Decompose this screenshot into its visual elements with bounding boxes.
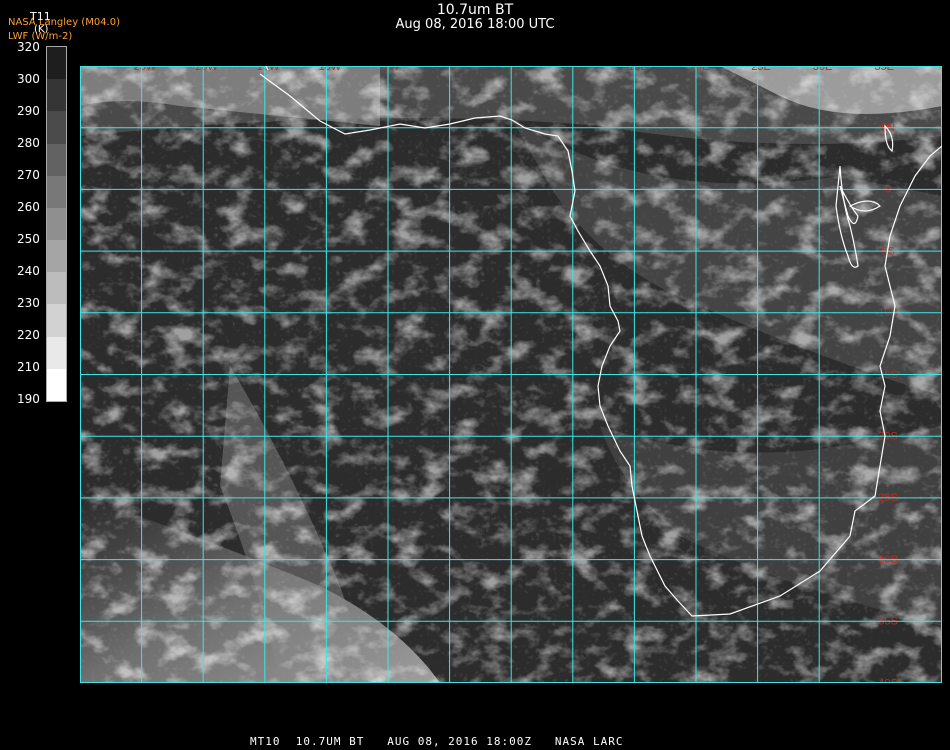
colorbar-tick-label: 270	[17, 168, 40, 182]
longitude-label: 25E	[751, 66, 771, 73]
colorbar-segment	[47, 79, 66, 112]
colorbar-tick-label: 260	[17, 200, 40, 214]
longitude-label: 35E	[874, 66, 894, 73]
colorbar-segment	[47, 272, 66, 305]
longitude-label: 5E	[508, 66, 521, 73]
longitude-label: 15W	[257, 66, 280, 73]
image-timestamp: Aug 08, 2016 18:00 UTC	[395, 17, 555, 32]
colorbar-segment	[47, 336, 66, 370]
colorbar-segment	[47, 143, 66, 177]
source-label: NASA Langley (M04.0)	[8, 17, 120, 28]
colorbar-segment	[47, 304, 66, 338]
colorbar-variable: T11	[30, 10, 51, 23]
satellite-map: 25W20W15W10W5W05E10E15E20E25E30E35E5N05S…	[80, 66, 942, 683]
longitude-label: 10W	[318, 66, 341, 73]
longitude-label: 20W	[195, 66, 218, 73]
colorbar-tick-label: 250	[17, 232, 40, 246]
longitude-label: 25W	[134, 66, 157, 73]
colorbar-tick-label: 300	[17, 72, 40, 86]
colorbar-tick-label: 240	[17, 264, 40, 278]
colorbar-tick-label: 290	[17, 104, 40, 118]
colorbar-tick-label: 230	[17, 296, 40, 310]
longitude-label: 20E	[690, 66, 710, 73]
colorbar-tick-label: 280	[17, 136, 40, 150]
footer-caption: MT10 10.7UM BT AUG 08, 2016 18:00Z NASA …	[250, 735, 624, 748]
colorbar-segment	[47, 175, 66, 209]
colorbar-segment	[47, 111, 66, 145]
colorbar-unit: (K)	[34, 24, 49, 35]
colorbar-segment	[47, 240, 66, 273]
colorbar-tick-label: 190	[17, 392, 40, 406]
longitude-label: 30E	[813, 66, 833, 73]
longitude-label: 5W	[383, 66, 400, 73]
colorbar-segment	[47, 207, 66, 241]
colorbar-segment	[47, 368, 66, 402]
colorbar-tick-label: 320	[17, 40, 40, 54]
longitude-label: 15E	[628, 66, 648, 73]
longitude-label: 0	[450, 66, 456, 73]
colorbar-segment	[47, 47, 66, 80]
colorbar-tick-label: 220	[17, 328, 40, 342]
image-title: 10.7um BT	[436, 2, 514, 18]
colorbar-tick-label: 210	[17, 360, 40, 374]
colorbar	[46, 46, 67, 402]
longitude-label: 10E	[566, 66, 586, 73]
